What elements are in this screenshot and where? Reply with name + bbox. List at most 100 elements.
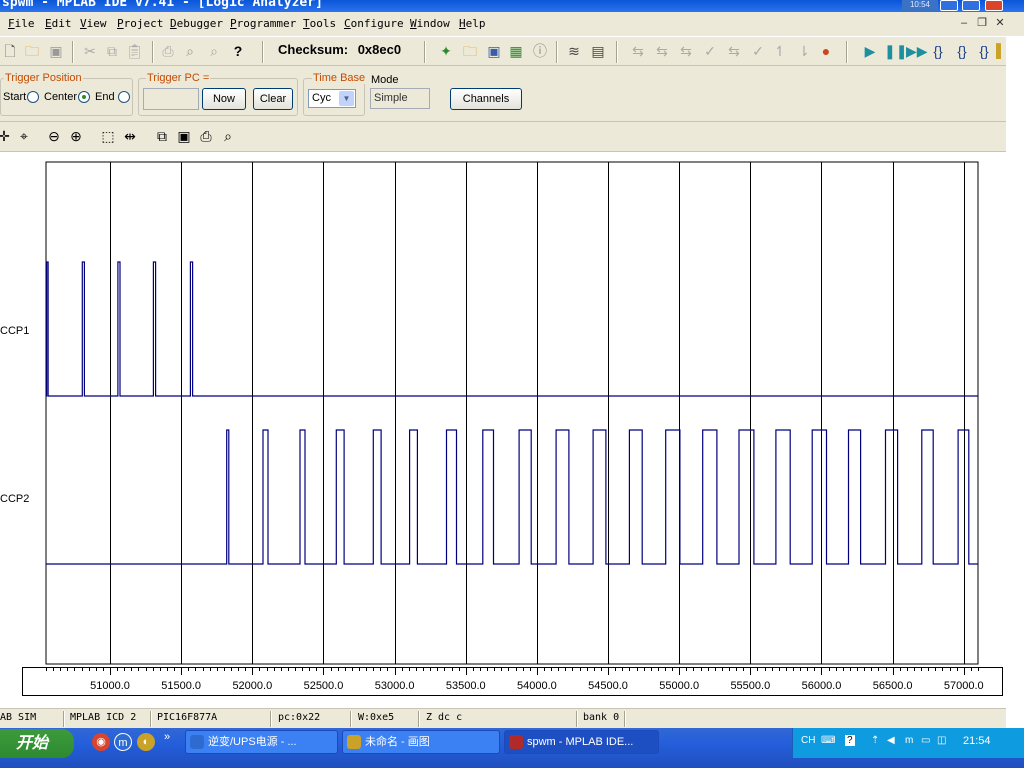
release-reset-icon[interactable]: ⇂ [796,43,812,59]
mdi-close-icon[interactable]: ✕ [992,16,1008,30]
save-project-icon[interactable]: ▣ [486,43,502,59]
animate-icon[interactable]: ▶▶ [906,43,928,59]
language-indicator[interactable]: CH [801,735,815,746]
start-button[interactable]: 开始 [0,729,74,758]
start-label: Start [3,91,27,103]
logic-analyzer-plot[interactable]: 51000.0 51500.0 52000.0 52500.0 53000.0 53500… [0,152,1006,708]
taskbar-item-mplab[interactable]: spwm - MPLAB IDE... [504,730,659,754]
zoom-fit-icon[interactable]: ⌖ [16,128,32,144]
center-radio[interactable] [78,91,90,103]
time-base-select[interactable]: Cyc ▼ [308,89,356,108]
step-out-icon[interactable]: {} [976,43,992,59]
menu-help[interactable]: Help [459,17,486,30]
print-preview-icon[interactable]: ⌕ [220,128,236,144]
run-icon[interactable]: ▶ [862,43,878,59]
channels-button[interactable]: Channels [450,88,522,110]
maximize-button[interactable] [962,0,980,11]
cut-icon[interactable]: ✂ [82,43,98,59]
zoom-out-icon[interactable]: ⊖ [46,128,62,144]
verify-check-icon[interactable]: ✓ [750,43,766,59]
target-icon[interactable]: ● [818,43,834,59]
menu-view[interactable]: View [80,17,107,30]
halt-icon[interactable]: ❚❚ [884,43,907,59]
build-all-icon[interactable]: ▤ [590,43,606,59]
find-icon[interactable]: ⌕ [182,43,198,59]
network-icon[interactable]: ⇡ [871,735,879,746]
back-icon[interactable]: ◀ [887,735,895,746]
main-toolbar: 🗋 🗀 ▣ ✂ ⧉ 📋︎ ⎙ ⌕ ⌕ ? Checksum: 0x8ec0 ✦ … [0,36,1006,66]
help-icon[interactable]: ? [845,735,855,746]
build-icon[interactable]: ▦ [508,43,524,59]
pan-icon[interactable]: ✛ [0,128,12,144]
trigger-pc-input[interactable] [143,88,199,110]
save-icon[interactable]: ▣ [48,43,64,59]
clear-button[interactable]: Clear [253,88,293,110]
x-tick-label: 51000.0 [90,680,130,692]
step-into-icon[interactable]: {} [930,43,946,59]
menu-programmer[interactable]: Programmer [230,17,296,30]
menu-window[interactable]: Window [410,17,450,30]
print-icon[interactable]: ⎙ [198,128,214,144]
save-icon[interactable]: ▣ [176,128,192,144]
read-icon[interactable]: ⇆ [654,43,670,59]
now-button[interactable]: Now [202,88,246,110]
chevron-right-icon[interactable]: » [164,731,170,743]
close-button[interactable] [985,0,1003,11]
print-icon[interactable]: ⎙ [160,43,176,59]
new-file-icon[interactable]: 🗋 [2,43,18,59]
open-project-icon[interactable]: 🗀 [462,43,478,59]
blank-check-icon[interactable]: ⇆ [726,43,742,59]
time-base-value: Cyc [312,92,331,104]
status-w: W:0xe5 [358,712,395,723]
app-launcher-icon[interactable]: ◐ [137,733,155,751]
end-radio[interactable] [118,91,130,103]
minimize-button[interactable] [940,0,958,11]
keyboard-icon[interactable]: ⌨ [821,735,835,746]
program-icon[interactable]: ⇆ [630,43,646,59]
mdi-restore-icon[interactable]: ❐ [974,16,990,30]
x-tick-label: 55000.0 [659,680,699,692]
paste-icon[interactable]: 📋︎ [126,43,144,59]
mdi-minimize-icon[interactable]: – [956,16,972,30]
make-icon[interactable]: ≋ [566,43,582,59]
taskbar-item-paint[interactable]: 未命名 - 画图 [342,730,500,754]
select-area-icon[interactable]: ⬚ [100,128,116,144]
x-tick-label: 54500.0 [588,680,628,692]
start-radio[interactable] [27,91,39,103]
chevron-down-icon[interactable]: ▼ [339,91,354,106]
channel-label-ccp1: CCP1 [0,325,29,337]
help-icon[interactable]: ? [230,43,246,59]
menu-file[interactable]: File [8,17,35,30]
find-in-files-icon[interactable]: ⌕ [206,43,222,59]
maxthon-icon[interactable]: m [114,733,132,751]
waveform-chart[interactable]: 51000.0 51500.0 52000.0 52500.0 53000.0 53500… [0,152,1006,708]
menu-tools[interactable]: Tools [303,17,336,30]
menu-edit[interactable]: Edit [45,17,72,30]
menu-debugger[interactable]: Debugger [170,17,223,30]
copy-icon[interactable]: ⧉ [154,128,170,144]
info-icon[interactable]: ⓘ [532,43,548,59]
hold-reset-icon[interactable]: ↿ [772,43,788,59]
maxthon-tray-icon[interactable]: m [905,735,913,746]
toolbar-separator [846,41,848,63]
firefox-icon[interactable]: ◉ [92,733,110,751]
menu-project[interactable]: Project [117,17,163,30]
toolbar-separator [556,41,558,63]
logic-analyzer-settings: Trigger Position Start Center End Trigge… [0,66,1006,122]
new-project-icon[interactable]: ✦ [438,43,454,59]
copy-icon[interactable]: ⧉ [104,43,120,59]
plot-grid [45,161,979,665]
time-base-label: Time Base [312,72,367,84]
verify-icon[interactable]: ⇆ [678,43,694,59]
cursors-icon[interactable]: ⇹ [122,128,138,144]
volume-icon[interactable]: ◫ [937,735,946,746]
zoom-in-icon[interactable]: ⊕ [68,128,84,144]
taskbar-item-ups[interactable]: 逆变/UPS电源 - ... [185,730,338,754]
step-over-icon[interactable]: {} [954,43,970,59]
monitor-icon[interactable]: ▭ [921,735,930,746]
menu-configure[interactable]: Configure [344,17,404,30]
mode-value: Simple [370,88,430,109]
open-folder-icon[interactable]: 🗀 [24,43,40,59]
reset-icon[interactable]: ▌ [996,43,1006,59]
erase-icon[interactable]: ✓ [702,43,718,59]
